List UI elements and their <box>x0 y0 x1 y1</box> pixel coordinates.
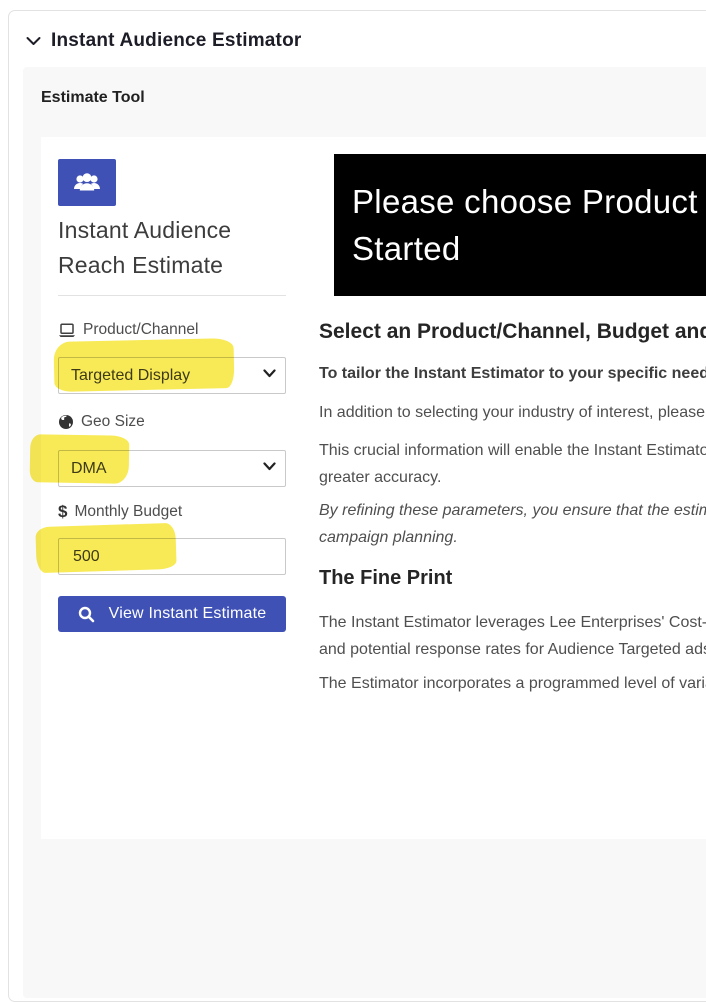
globe-icon <box>58 414 74 430</box>
intro-paragraph-bold: To tailor the Instant Estimator to your … <box>319 360 706 387</box>
audience-estimator-card: Instant Audience Estimator Estimate Tool <box>8 10 706 1002</box>
fine-print-paragraph-1: The Instant Estimator leverages Lee Ente… <box>319 609 706 663</box>
banner-line-1: Please choose Product to Get <box>352 178 706 225</box>
choose-product-banner: Please choose Product to Get Started <box>334 154 706 296</box>
monthly-budget-input[interactable] <box>58 538 286 575</box>
fine-print-paragraph-2: The Estimator incorporates a programmed … <box>319 670 706 697</box>
intro-paragraph-2: In addition to selecting your industry o… <box>319 399 706 426</box>
estimator-form: Instant Audience Reach Estimate Product/… <box>58 159 286 779</box>
geo-size-label-text: Geo Size <box>81 412 145 432</box>
product-channel-select-wrap: Targeted Display <box>58 357 286 394</box>
search-icon <box>78 606 95 623</box>
accordion-title: Instant Audience Estimator <box>51 29 301 53</box>
intro-paragraph-3: This crucial information will enable the… <box>319 437 706 491</box>
intro-paragraph-italic: By refining these parameters, you ensure… <box>319 497 706 551</box>
product-channel-label: Product/Channel <box>58 320 286 340</box>
users-icon <box>71 171 103 195</box>
geo-size-select-wrap: DMA <box>58 450 286 487</box>
estimator-body: Instant Audience Reach Estimate Product/… <box>41 137 706 839</box>
chevron-down-icon <box>26 36 41 46</box>
estimator-title: Instant Audience Reach Estimate <box>58 213 286 283</box>
audience-tile <box>58 159 116 206</box>
dollar-icon: $ <box>58 502 67 522</box>
monthly-budget-label-text: Monthly Budget <box>74 502 182 522</box>
panel-title: Estimate Tool <box>41 88 706 107</box>
estimate-tool-panel: Estimate Tool <box>23 67 706 998</box>
monthly-budget-label: $ Monthly Budget <box>58 502 286 522</box>
estimator-content: Please choose Product to Get Started Sel… <box>302 159 706 779</box>
product-channel-label-text: Product/Channel <box>83 320 198 340</box>
geo-size-select[interactable]: DMA <box>58 450 286 487</box>
laptop-icon <box>58 323 76 338</box>
view-instant-estimate-button[interactable]: View Instant Estimate <box>58 596 286 632</box>
geo-size-label: Geo Size <box>58 412 286 432</box>
banner-line-2: Started <box>352 225 706 272</box>
product-channel-select[interactable]: Targeted Display <box>58 357 286 394</box>
fine-print-heading: The Fine Print <box>319 566 706 590</box>
sidebar-divider <box>58 295 286 296</box>
intro-heading: Select an Product/Channel, Budget and Ge… <box>319 319 706 344</box>
accordion-header[interactable]: Instant Audience Estimator <box>9 11 706 67</box>
view-instant-estimate-label: View Instant Estimate <box>109 605 267 623</box>
